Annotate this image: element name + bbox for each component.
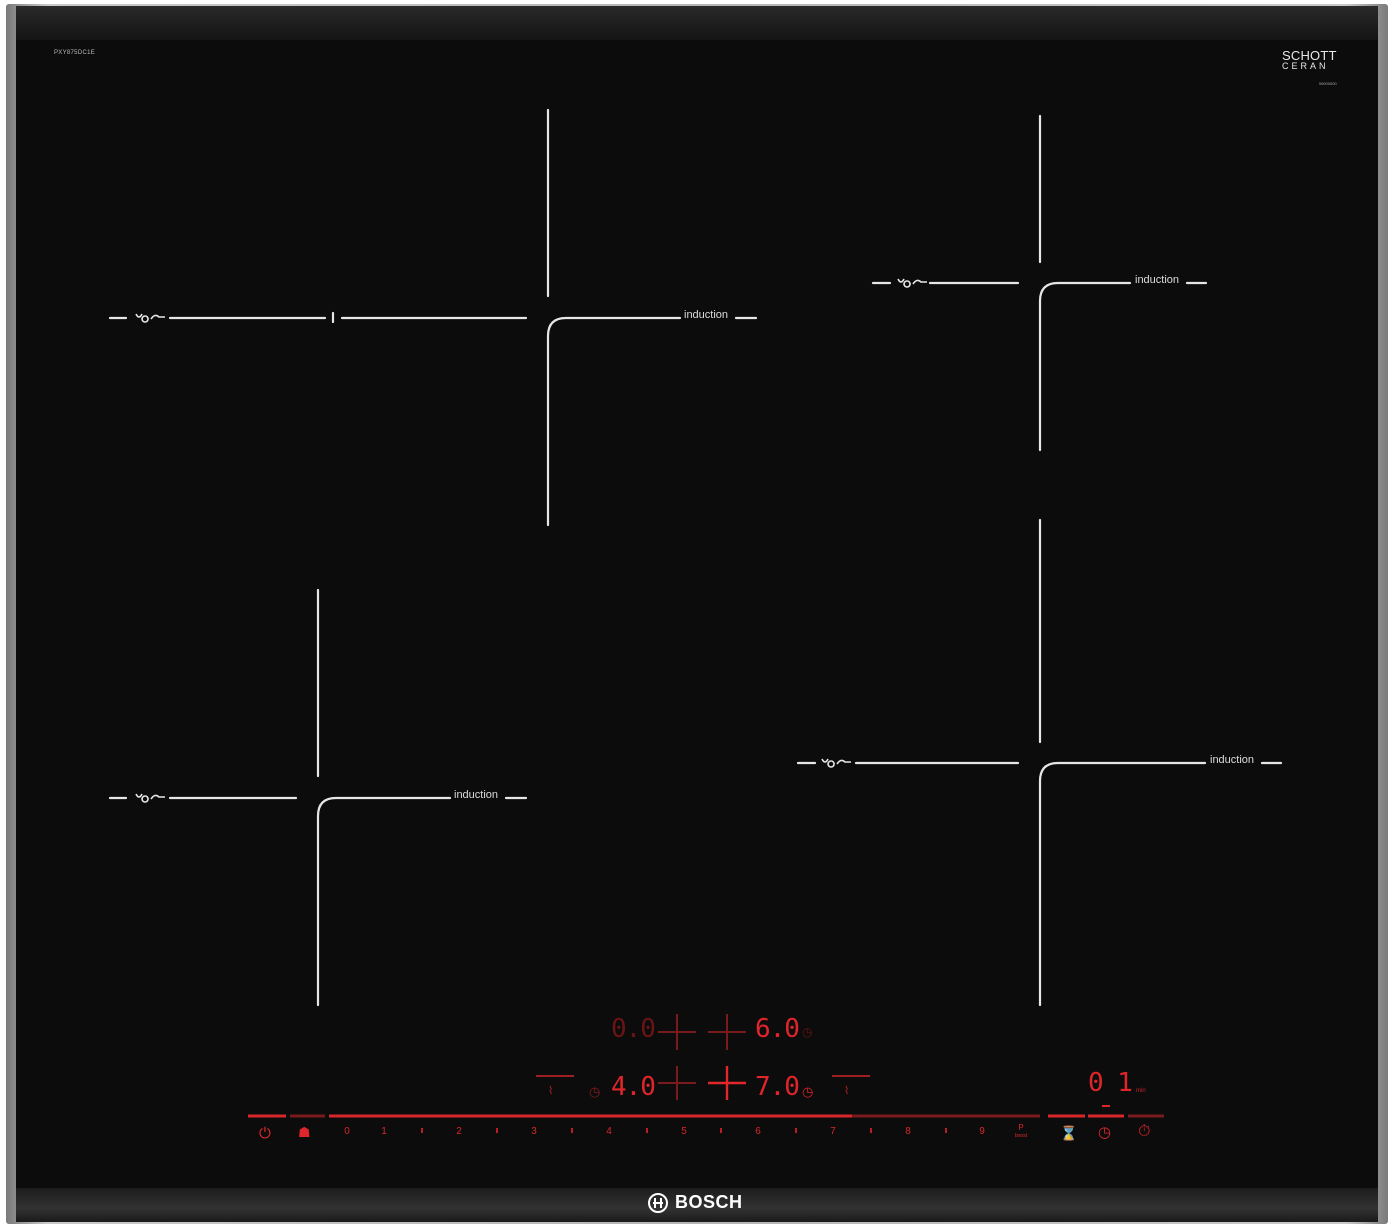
boost-label: P bbox=[1018, 1123, 1024, 1132]
level-2[interactable]: 2 bbox=[449, 1126, 469, 1137]
level-5[interactable]: 5 bbox=[674, 1126, 694, 1137]
timer-icon-rear-right: ◷ bbox=[802, 1025, 813, 1039]
slider-tick bbox=[870, 1128, 872, 1133]
timer-unit: min bbox=[1136, 1088, 1146, 1094]
display-front-left: 4.0 bbox=[611, 1072, 656, 1102]
slider-tick bbox=[795, 1128, 797, 1133]
timer-icon[interactable]: ◷ bbox=[1098, 1125, 1111, 1140]
slider-tick bbox=[945, 1128, 947, 1133]
bosch-armature-icon bbox=[648, 1192, 668, 1213]
power-icon[interactable]: ⏻ bbox=[259, 1126, 271, 1141]
level-1[interactable]: 1 bbox=[374, 1126, 394, 1137]
brand-logo: BOSCH bbox=[648, 1192, 743, 1213]
slider-tick bbox=[496, 1128, 498, 1133]
level-4[interactable]: 4 bbox=[599, 1126, 619, 1137]
display-rear-right: 6.0 bbox=[755, 1014, 800, 1044]
timer-icon-front-right: ◷ bbox=[802, 1084, 814, 1099]
level-7[interactable]: 7 bbox=[823, 1126, 843, 1137]
slider-tick bbox=[421, 1128, 423, 1133]
timer-display: 0 1 bbox=[1088, 1068, 1133, 1098]
child-lock-icon[interactable]: ☗ bbox=[298, 1125, 311, 1140]
flex-zone-icon[interactable]: ⌇ bbox=[844, 1084, 849, 1099]
hourglass-icon[interactable]: ⌛ bbox=[1060, 1126, 1077, 1141]
slider-tick bbox=[571, 1128, 573, 1133]
timer-icon-front-left: ◷ bbox=[589, 1084, 601, 1099]
level-6[interactable]: 6 bbox=[748, 1126, 768, 1137]
display-rear-left: 0.0 bbox=[611, 1014, 656, 1044]
level-0[interactable]: 0 bbox=[337, 1126, 357, 1137]
flex-zone-icon[interactable]: ⌇ bbox=[548, 1084, 553, 1099]
level-8[interactable]: 8 bbox=[898, 1126, 918, 1137]
boost-sub: boost bbox=[1014, 1133, 1028, 1139]
level-9[interactable]: 9 bbox=[972, 1126, 992, 1137]
brand-name: BOSCH bbox=[675, 1192, 743, 1212]
level-3[interactable]: 3 bbox=[524, 1126, 544, 1137]
slider-tick bbox=[720, 1128, 722, 1133]
slider-tick bbox=[646, 1128, 648, 1133]
display-front-right: 7.0 bbox=[755, 1072, 800, 1102]
boost-button[interactable]: P boost bbox=[1010, 1124, 1032, 1140]
stopwatch-icon[interactable]: ⏱ bbox=[1138, 1124, 1150, 1140]
control-panel-graphics bbox=[248, 1014, 1164, 1118]
